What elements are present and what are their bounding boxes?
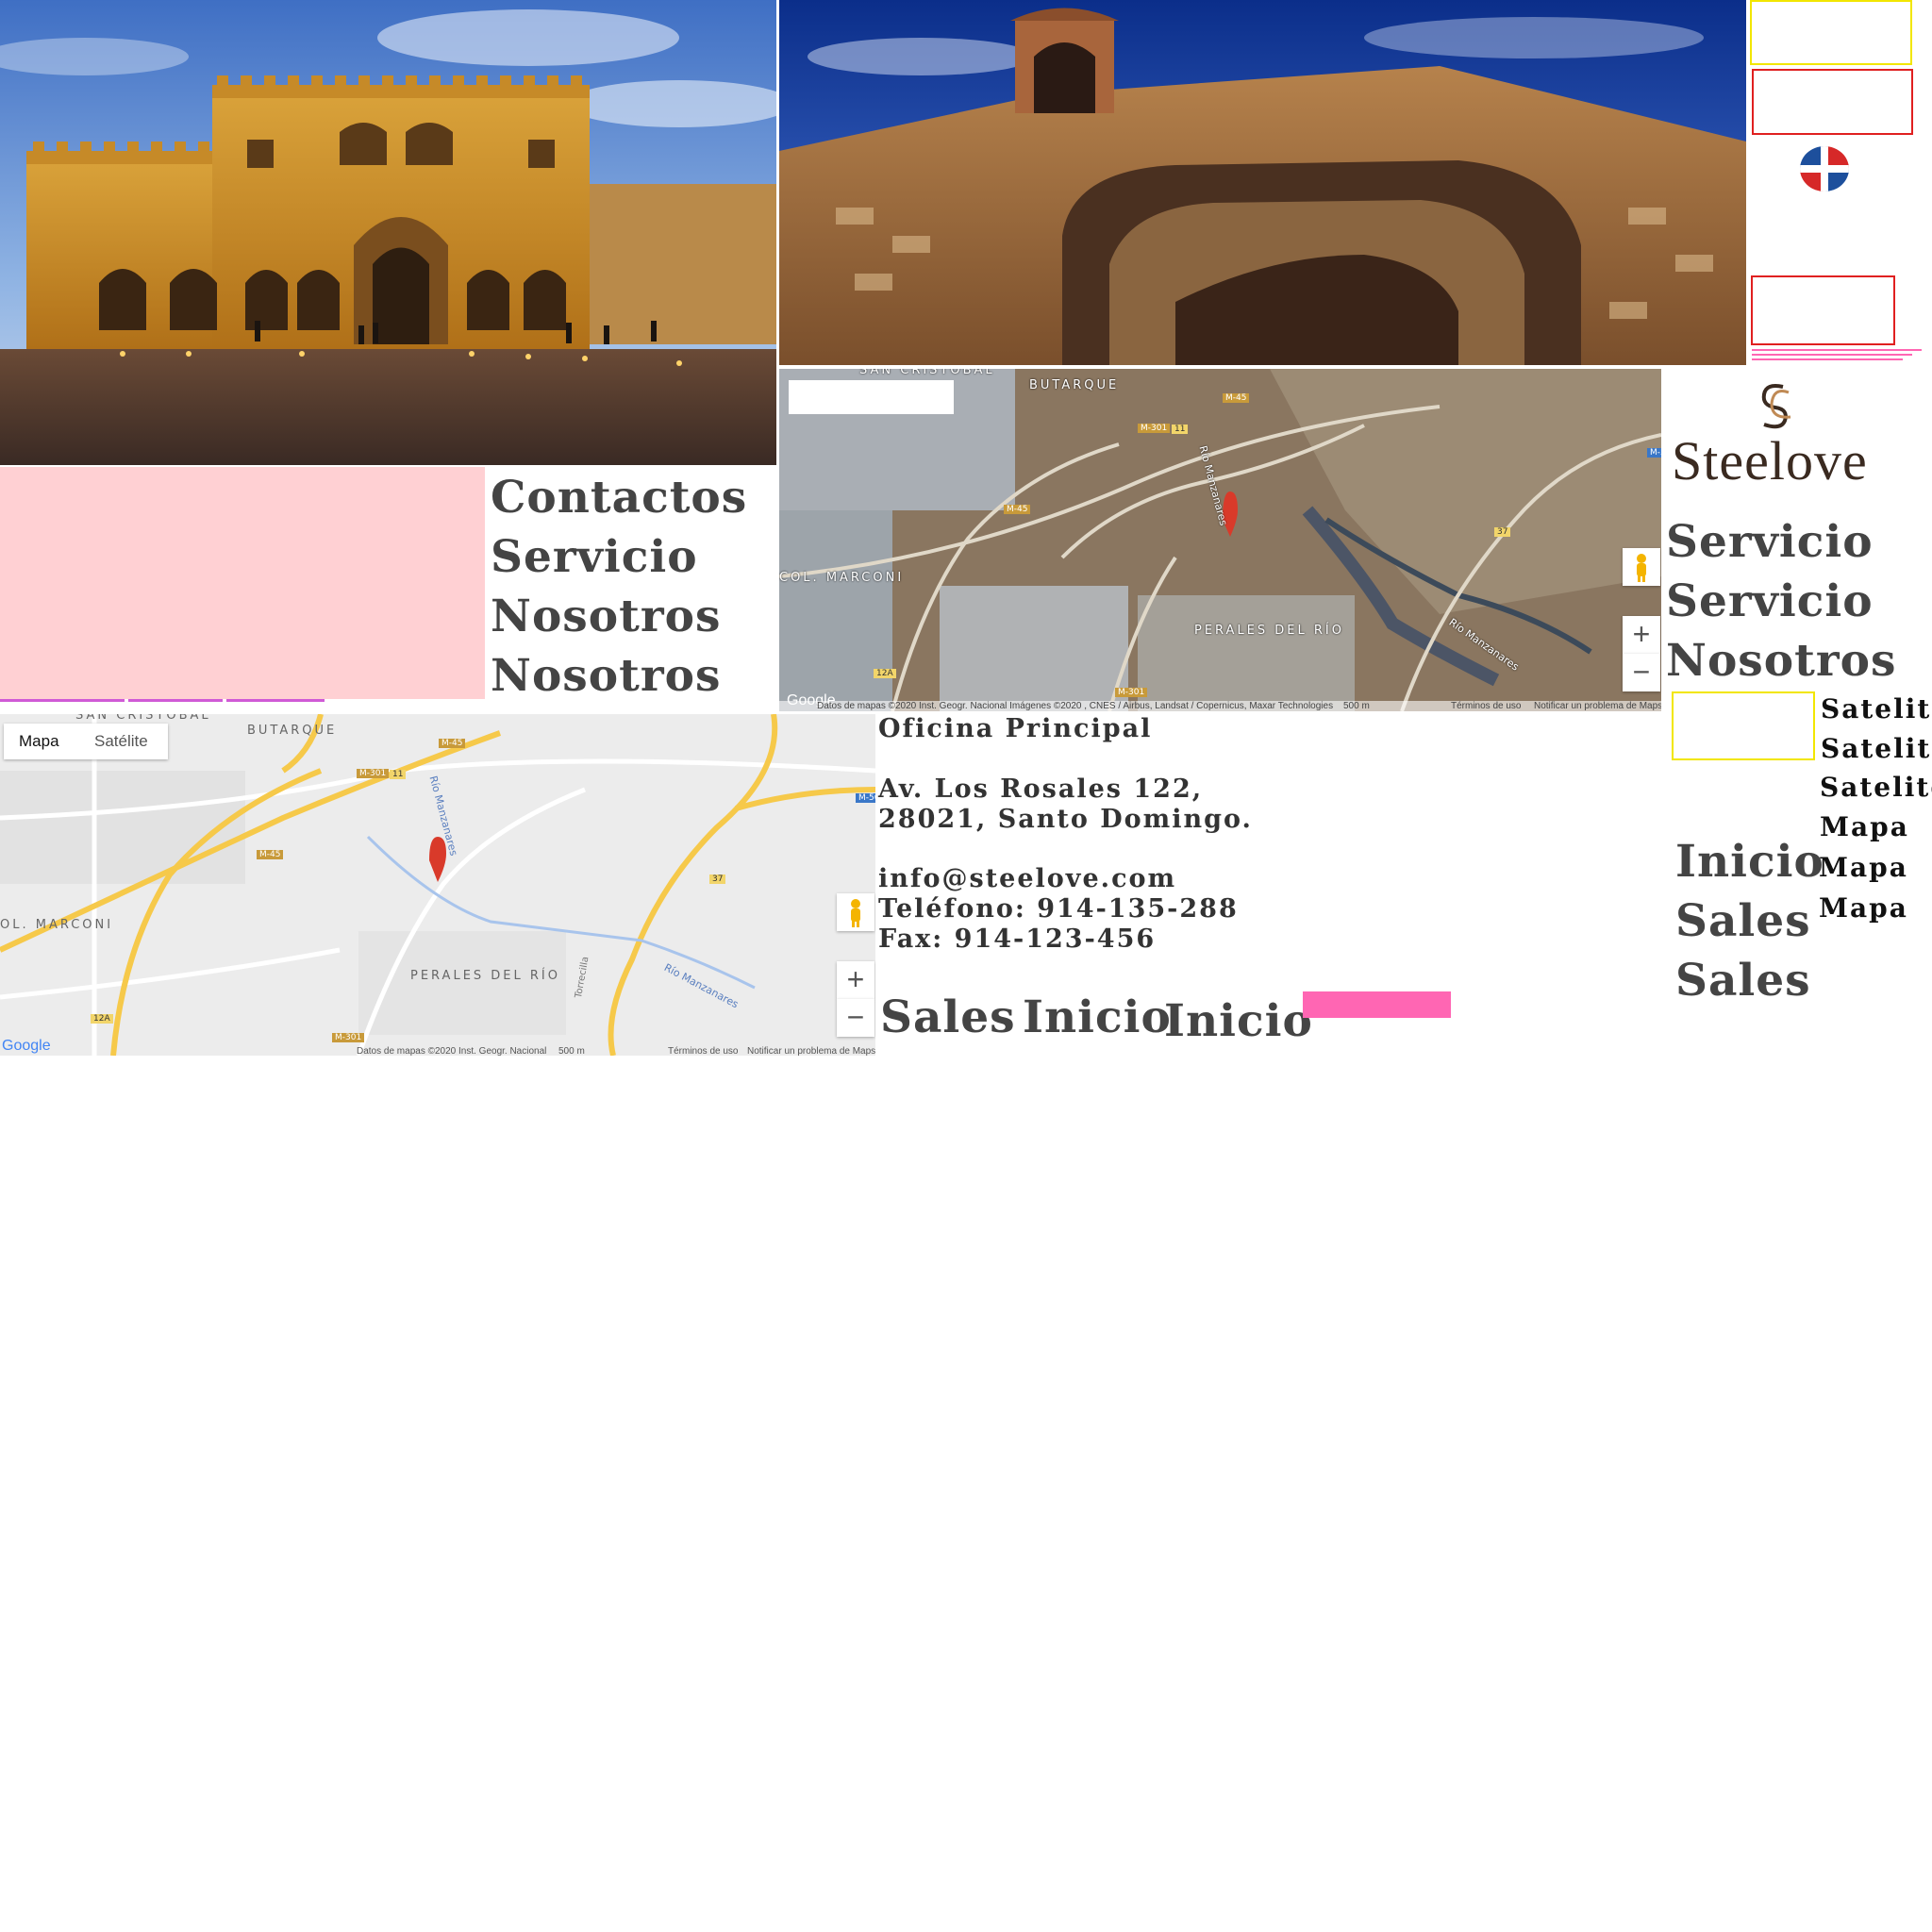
road-map-footer-terms[interactable]: Términos de uso: [668, 1046, 738, 1056]
road-badge-37: 37: [1494, 527, 1511, 537]
office-title: Oficina Principal: [878, 714, 1153, 743]
map-footer-attribution: Datos de mapas ©2020 Inst. Geogr. Nacion…: [817, 701, 1334, 711]
road-map-label-san-cristobal: SAN CRISTOBAL: [75, 714, 211, 723]
pink-block: [0, 467, 485, 699]
map-label-butarque: BUTARQUE: [1029, 378, 1120, 392]
map-footer-scale: 500 m: [1343, 701, 1370, 711]
bottom-nav-inicio[interactable]: Inicio: [1023, 988, 1172, 1047]
map-tab-satelite[interactable]: Satélite: [94, 732, 148, 751]
map-tab-mapa[interactable]: Mapa: [19, 732, 59, 751]
nav-link-inicio-right[interactable]: Inicio: [1675, 832, 1824, 891]
nav-link-satelite-2[interactable]: Satelite: [1821, 729, 1932, 769]
road-badge-11: 11: [1172, 425, 1189, 434]
road-map-footer-scale: 500 m: [558, 1046, 585, 1056]
bottom-nav-inicio-2[interactable]: Inicio: [1164, 991, 1313, 1051]
map-header-box: [789, 380, 954, 414]
nav-link-servicio-right[interactable]: Servicio: [1666, 512, 1874, 572]
pink-lines: [1752, 349, 1922, 366]
road-map-zoom-out-button[interactable]: −: [837, 999, 874, 1037]
road-map-pegman-icon[interactable]: [837, 893, 874, 931]
nav-link-nosotros-right[interactable]: Nosotros: [1666, 631, 1896, 691]
cathedral-photo: [0, 0, 776, 465]
road-map-label-butarque: BUTARQUE: [247, 724, 338, 738]
road-badge-m301: M-301: [1138, 424, 1171, 433]
steelove-logo[interactable]: Steelove: [1662, 377, 1889, 500]
road-map-badge-37: 37: [709, 874, 726, 884]
nav-link-satelite[interactable]: Satelite: [1821, 690, 1932, 729]
map-label-perales: PERALES DEL RÍO: [1194, 624, 1344, 638]
road-map-google-logo: Google: [2, 1038, 51, 1054]
gate-photo: [779, 0, 1746, 365]
map-label-san-cristobal: SAN CRISTOBAL: [859, 369, 995, 377]
nav-link-servicio-right-2[interactable]: Servicio: [1666, 572, 1874, 631]
road-map-badge-m50: M-50: [856, 793, 875, 803]
road-map-badge-m301: M-301: [357, 769, 390, 778]
logo-monogram-icon: [1745, 377, 1802, 434]
office-phone[interactable]: Teléfono: 914-135-288: [878, 894, 1239, 924]
road-map-footer-attribution: Datos de mapas ©2020 Inst. Geogr. Nacion…: [357, 1046, 547, 1056]
nav-link-mapa-2[interactable]: Mapa: [1819, 848, 1908, 888]
hot-pink-bar: [1303, 991, 1451, 1018]
office-address-line1: Av. Los Rosales 122,: [878, 774, 1204, 804]
red-box: [1752, 69, 1913, 135]
nav-link-sales-right-2[interactable]: Sales: [1675, 951, 1811, 1010]
road-map-badge-m45: M-45: [439, 739, 466, 748]
road-badge-m45-2: M-45: [1004, 505, 1031, 514]
nav-link-mapa-3[interactable]: Mapa: [1819, 889, 1908, 928]
nav-link-sales-right[interactable]: Sales: [1675, 891, 1811, 951]
nav-link-nosotros-2[interactable]: Nosotros: [491, 646, 721, 706]
office-email[interactable]: info@steelove.com: [878, 864, 1176, 893]
road-badge-m50: M-50: [1647, 448, 1661, 458]
road-map-footer-report[interactable]: Notificar un problema de Maps: [747, 1046, 875, 1056]
nav-link-nosotros[interactable]: Nosotros: [491, 587, 721, 646]
yellow-box-lower: [1672, 691, 1815, 760]
nav-link-contactos[interactable]: Contactos: [491, 468, 747, 527]
purple-underlines: [0, 699, 325, 704]
office-address-line2: 28021, Santo Domingo.: [878, 805, 1253, 834]
nav-link-mapa[interactable]: Mapa: [1820, 808, 1909, 847]
road-map[interactable]: Mapa Satélite SAN CRISTOBAL BUTARQUE OL.…: [0, 714, 875, 1056]
road-map-badge-m301-2: M-301: [332, 1033, 365, 1042]
dominican-flag-icon[interactable]: [1800, 146, 1849, 192]
pegman-icon[interactable]: [1623, 548, 1660, 586]
map-footer-report[interactable]: Notificar un problema de Maps: [1534, 701, 1661, 711]
road-map-badge-m45-2: M-45: [257, 850, 284, 859]
road-map-label-marconi: OL. MARCONI: [0, 918, 114, 932]
map-footer-terms[interactable]: Términos de uso: [1451, 701, 1521, 711]
map-label-marconi: COL. MARCONI: [779, 571, 905, 585]
zoom-out-button[interactable]: −: [1623, 654, 1660, 691]
nav-link-servicio[interactable]: Servicio: [491, 527, 698, 587]
road-badge-m301-2: M-301: [1115, 688, 1148, 697]
road-badge-12a: 12A: [874, 669, 896, 678]
nav-link-satelite-3[interactable]: Satelite: [1820, 768, 1932, 808]
road-badge-m45: M-45: [1223, 393, 1250, 403]
road-map-badge-11: 11: [390, 770, 407, 779]
satellite-map[interactable]: SAN CRISTOBAL BUTARQUE COL. MARCONI PERA…: [779, 369, 1661, 711]
office-fax: Fax: 914-123-456: [878, 924, 1157, 954]
bottom-nav-sales[interactable]: Sales: [880, 988, 1016, 1047]
red-box-lower: [1751, 275, 1895, 345]
road-map-label-perales: PERALES DEL RÍO: [410, 969, 560, 983]
yellow-box: [1750, 0, 1912, 65]
road-map-zoom-in-button[interactable]: +: [837, 961, 874, 999]
road-map-badge-12a: 12A: [91, 1014, 113, 1024]
zoom-in-button[interactable]: +: [1623, 616, 1660, 654]
logo-wordmark: Steelove: [1672, 430, 1868, 491]
